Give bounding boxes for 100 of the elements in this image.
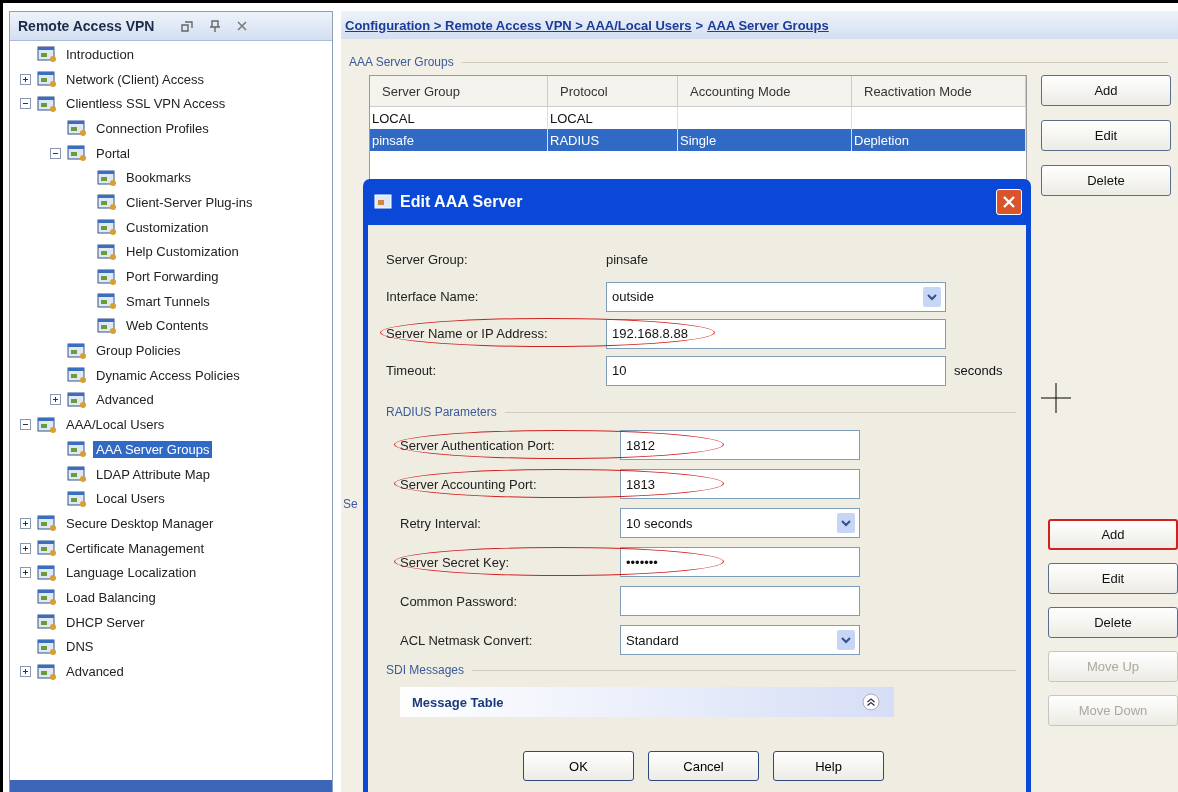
collapse-icon[interactable]: [862, 693, 880, 711]
table-cell: Single: [678, 129, 852, 151]
expand-toggle[interactable]: [20, 517, 31, 529]
input-field[interactable]: 10: [606, 355, 946, 386]
restore-icon[interactable]: [180, 19, 195, 33]
section-title: Se: [342, 497, 358, 513]
window-icon: [67, 366, 87, 385]
tree-item[interactable]: Client-Server Plug-ins: [123, 193, 256, 211]
window-icon: [37, 613, 57, 632]
action-button[interactable]: Edit: [1041, 120, 1171, 151]
column-header[interactable]: Reactivation Mode: [852, 76, 1026, 106]
tree-item[interactable]: LDAP Attribute Map: [93, 465, 213, 483]
tree-item[interactable]: Language Localization: [63, 564, 200, 582]
action-button[interactable]: Delete: [1041, 165, 1171, 196]
expand-toggle[interactable]: [50, 394, 61, 406]
field-label: Retry Interval:: [400, 515, 482, 531]
tree-item[interactable]: Advanced: [93, 391, 157, 409]
tree-item[interactable]: Certificate Management: [63, 539, 207, 557]
window-icon: [67, 144, 87, 163]
tree-item[interactable]: Web Contents: [123, 317, 212, 335]
breadcrumb-link[interactable]: AAA Server Groups: [707, 17, 829, 33]
column-header[interactable]: Accounting Mode: [678, 76, 852, 106]
tree-item[interactable]: Customization: [123, 218, 212, 236]
close-icon: [1002, 195, 1016, 209]
action-button[interactable]: Delete: [1048, 607, 1178, 638]
tree-item[interactable]: Clientless SSL VPN Access: [63, 95, 229, 113]
window-icon: [37, 637, 57, 656]
window-icon: [37, 45, 57, 64]
dialog-title: Edit AAA Server: [400, 193, 524, 211]
field-label: Server Accounting Port:: [400, 476, 538, 492]
expand-toggle[interactable]: [20, 567, 31, 579]
field-value: pinsafe: [606, 252, 648, 267]
password-field[interactable]: •••••••: [620, 547, 860, 577]
input-field[interactable]: [620, 586, 860, 616]
tree-item[interactable]: Bookmarks: [123, 169, 195, 187]
tree-item[interactable]: Help Customization: [123, 243, 242, 261]
input-field[interactable]: 1813: [620, 469, 860, 499]
collapse-toggle[interactable]: [20, 98, 31, 110]
column-header[interactable]: Server Group: [370, 76, 548, 106]
message-table-header[interactable]: Message Table: [400, 687, 894, 717]
dialog-button[interactable]: OK: [523, 751, 634, 781]
action-button[interactable]: Add: [1041, 75, 1171, 106]
tree-item[interactable]: Advanced: [63, 663, 127, 681]
expand-toggle[interactable]: [20, 666, 31, 678]
window-icon: [67, 465, 87, 484]
tree-item[interactable]: Dynamic Access Policies: [93, 366, 243, 384]
window-icon: [37, 563, 57, 582]
field-label: Server Name or IP Address:: [386, 326, 549, 341]
dropdown[interactable]: 10 seconds: [620, 508, 860, 538]
tree-item[interactable]: Portal: [93, 144, 133, 162]
field-label: Timeout:: [386, 363, 438, 378]
tree-item[interactable]: AAA Server Groups: [93, 440, 213, 458]
tree-item[interactable]: Local Users: [93, 490, 168, 508]
table-cell: pinsafe: [370, 129, 548, 151]
table-row[interactable]: pinsafe RADIUS Single Depletion: [370, 129, 1026, 151]
expand-toggle[interactable]: [20, 542, 31, 554]
breadcrumb-link[interactable]: Configuration > Remote Access VPN > AAA/Local Users: [345, 17, 692, 33]
group-title: SDI Messages: [386, 663, 465, 677]
group-title: RADIUS Parameters: [386, 405, 497, 419]
dialog-button[interactable]: Help: [773, 751, 884, 781]
dropdown[interactable]: Standard: [620, 625, 860, 655]
dropdown[interactable]: outside: [606, 281, 946, 312]
tree-item[interactable]: AAA/Local Users: [63, 416, 168, 434]
field-label: ACL Netmask Convert:: [400, 632, 534, 648]
input-field[interactable]: 192.168.8.88: [606, 318, 946, 349]
pin-icon[interactable]: [208, 19, 223, 33]
tree-item[interactable]: Introduction: [63, 45, 137, 63]
tree-item[interactable]: Smart Tunnels: [123, 292, 213, 310]
section-title: AAA Server Groups: [349, 55, 454, 69]
tree-item[interactable]: Port Forwarding: [123, 268, 222, 286]
column-header[interactable]: Protocol: [548, 76, 678, 106]
collapse-toggle[interactable]: [50, 147, 61, 159]
close-button[interactable]: [996, 189, 1022, 215]
table-cell: RADIUS: [548, 129, 678, 151]
window-icon: [37, 539, 57, 558]
window-icon: [37, 662, 57, 681]
window-icon: [37, 70, 57, 89]
tree-item[interactable]: Connection Profiles: [93, 119, 212, 137]
dialog-button[interactable]: Cancel: [648, 751, 759, 781]
action-button[interactable]: Edit: [1048, 563, 1178, 594]
action-button[interactable]: Add: [1048, 519, 1178, 550]
window-icon: [374, 193, 394, 211]
window-icon: [67, 119, 87, 138]
tree-item[interactable]: Network (Client) Access: [63, 70, 207, 88]
collapse-toggle[interactable]: [20, 419, 31, 431]
input-field[interactable]: 1812: [620, 430, 860, 460]
window-icon: [37, 588, 57, 607]
table-cell: Depletion: [852, 129, 1026, 151]
unit-label: seconds: [954, 363, 1003, 378]
tree-item[interactable]: Group Policies: [93, 342, 184, 360]
window-icon: [97, 316, 117, 335]
expand-toggle[interactable]: [20, 73, 31, 85]
tree-item[interactable]: Secure Desktop Manager: [63, 514, 217, 532]
tree-item[interactable]: DHCP Server: [63, 613, 148, 631]
tree-item[interactable]: DNS: [63, 638, 97, 656]
window-icon: [97, 292, 117, 311]
close-icon[interactable]: [236, 20, 249, 32]
breadcrumb-separator: >: [695, 17, 704, 33]
tree-item[interactable]: Load Balancing: [63, 588, 159, 606]
window-icon: [97, 168, 117, 187]
